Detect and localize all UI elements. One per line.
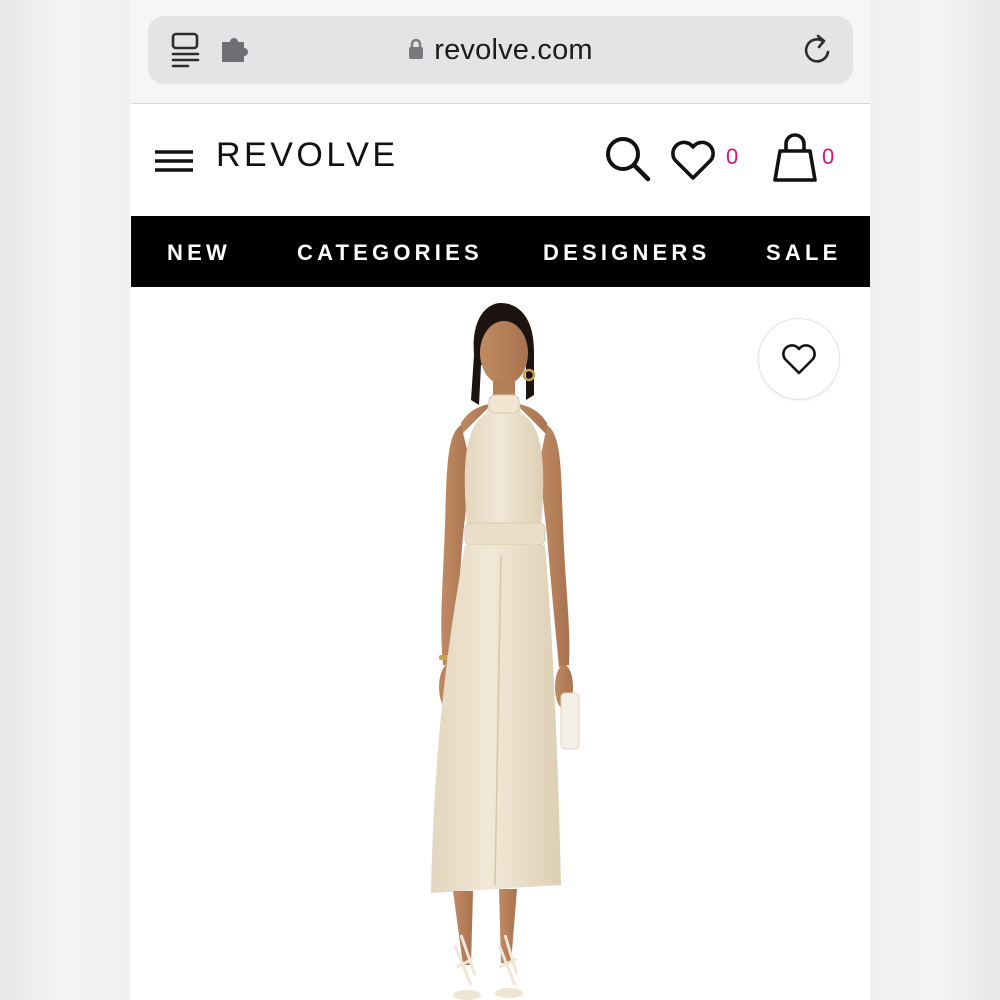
lock-icon xyxy=(409,38,424,59)
menu-icon[interactable] xyxy=(155,146,195,176)
heart-icon[interactable] xyxy=(669,138,717,182)
product-gallery xyxy=(131,287,870,1000)
nav-new[interactable]: NEW xyxy=(167,216,231,287)
site-header: REVOLVE 0 0 xyxy=(131,104,870,216)
phone-screen: revolve.com REVOLVE 0 0 NEW CATEGORIES D… xyxy=(131,0,870,1000)
heart-icon xyxy=(782,344,816,375)
wishlist-count: 0 xyxy=(726,144,739,169)
address-bar[interactable]: revolve.com xyxy=(148,16,853,84)
nav-categories[interactable]: CATEGORIES xyxy=(297,216,483,287)
product-photo[interactable] xyxy=(401,295,611,1000)
nav-sale[interactable]: SALE xyxy=(766,216,841,287)
reload-icon[interactable] xyxy=(801,32,835,68)
url-display[interactable]: revolve.com xyxy=(148,16,853,84)
bag-count: 0 xyxy=(822,144,835,169)
nav-designers[interactable]: DESIGNERS xyxy=(543,216,710,287)
browser-chrome: revolve.com xyxy=(131,0,870,104)
url-text: revolve.com xyxy=(434,33,593,66)
add-to-wishlist-button[interactable] xyxy=(758,318,840,400)
category-nav: NEW CATEGORIES DESIGNERS SALE xyxy=(131,216,870,287)
search-icon[interactable] xyxy=(603,134,653,184)
shopping-bag-icon[interactable] xyxy=(771,132,819,184)
brand-logo[interactable]: REVOLVE xyxy=(216,136,399,175)
